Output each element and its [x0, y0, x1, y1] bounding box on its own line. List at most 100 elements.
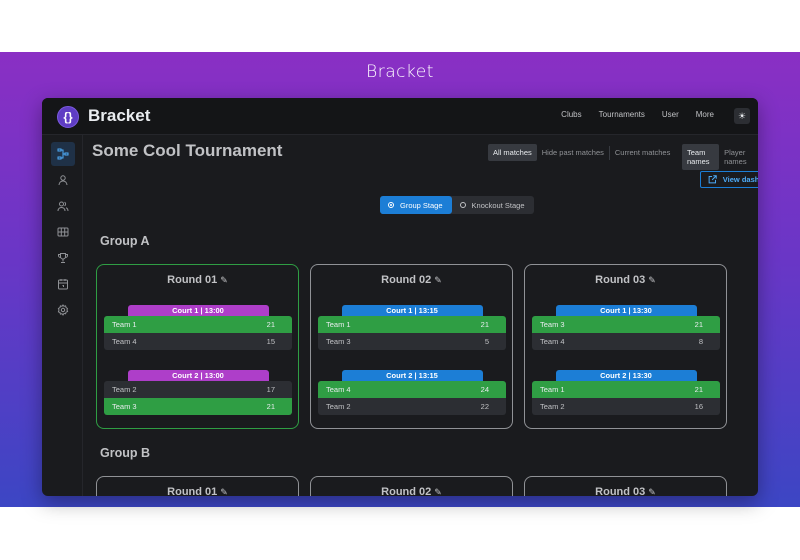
app-window: {} Bracket Clubs Tournaments User More ☀ — [42, 98, 758, 496]
team-score: 21 — [694, 385, 703, 394]
team-row: Team 3 21 — [532, 316, 720, 333]
filter-all-matches[interactable]: All matches — [488, 144, 537, 161]
nav-tournaments[interactable]: Tournaments — [599, 110, 645, 119]
theme-toggle-button[interactable]: ☀ — [734, 108, 750, 124]
app-logo[interactable]: {} — [57, 106, 79, 128]
external-link-icon — [708, 175, 717, 184]
court-badge: Court 1 | 13:15 — [341, 305, 483, 316]
team-score: 5 — [484, 337, 489, 346]
filter-current-matches[interactable]: Current matches — [610, 144, 675, 161]
users-icon — [57, 201, 69, 212]
sun-icon: ☀ — [737, 111, 747, 121]
pencil-icon[interactable]: ✎ — [434, 275, 442, 285]
team-name: Team 3 — [540, 320, 565, 329]
team-row: Team 4 24 — [318, 381, 506, 398]
round-title: Round 02 ✎ — [381, 274, 442, 286]
bracket-icon — [57, 148, 69, 160]
match-card[interactable]: Court 2 | 13:15 Team 4 24 Team 2 22 — [318, 370, 506, 415]
tab-label: Knockout Stage — [471, 200, 525, 210]
team-name: Team 2 — [112, 385, 137, 394]
user-icon — [58, 175, 68, 186]
name-filter: Team names Player names — [682, 144, 758, 170]
team-score: 21 — [480, 320, 489, 329]
tab-group-stage[interactable]: Group Stage — [380, 196, 452, 214]
team-row: Team 2 16 — [532, 398, 720, 415]
round-title: Round 03 ✎ — [595, 274, 656, 286]
banner-title: Bracket — [366, 62, 434, 82]
page-title: Some Cool Tournament — [92, 141, 283, 160]
match-card[interactable]: Court 2 | 13:30 Team 1 21 Team 2 16 — [532, 370, 720, 415]
filter-team-names[interactable]: Team names — [682, 144, 720, 170]
radio-selected-icon — [388, 202, 394, 208]
group-title: Group B — [100, 446, 150, 460]
team-row: Team 1 21 — [532, 381, 720, 398]
nav-user[interactable]: User — [662, 110, 679, 119]
sidebar-item-schedule[interactable] — [51, 272, 75, 296]
radio-icon — [459, 202, 466, 208]
round-card[interactable]: Round 03 ✎ Court 1 | 13:30 Team 3 21 Team … — [524, 264, 727, 429]
team-score: 16 — [694, 402, 703, 411]
team-score: 15 — [266, 337, 275, 346]
team-row: Team 4 8 — [532, 333, 720, 350]
round-card[interactable]: Round 01 ✎ — [96, 476, 299, 496]
sidebar-item-settings[interactable] — [51, 298, 75, 322]
team-name: Team 4 — [326, 385, 351, 394]
calendar-icon — [58, 279, 68, 290]
sidebar-item-teams[interactable] — [51, 194, 75, 218]
sidebar-item-stages[interactable] — [51, 246, 75, 270]
team-row: Team 3 5 — [318, 333, 506, 350]
table-icon — [57, 227, 69, 237]
round-card[interactable]: Round 02 ✎ — [310, 476, 513, 496]
match-card[interactable]: Court 1 | 13:00 Team 1 21 Team 4 15 — [104, 305, 292, 350]
team-row: Team 4 15 — [104, 333, 292, 350]
team-name: Team 1 — [326, 320, 351, 329]
view-dashboard-button[interactable]: View dashboard — [700, 171, 758, 188]
team-name: Team 3 — [326, 337, 351, 346]
team-name: Team 1 — [540, 385, 565, 394]
round-title: Round 01 ✎ — [167, 486, 228, 496]
sidebar-item-players[interactable] — [51, 168, 75, 192]
pencil-icon[interactable]: ✎ — [648, 487, 656, 496]
pencil-icon[interactable]: ✎ — [434, 487, 442, 496]
team-row: Team 1 21 — [104, 316, 292, 333]
sidebar-item-brackets[interactable] — [51, 142, 75, 166]
round-title: Round 02 ✎ — [381, 486, 442, 496]
stage-switcher: Group Stage Knockout Stage — [380, 196, 534, 214]
main-content: Some Cool Tournament All matches Hide pa… — [83, 135, 758, 496]
team-score: 24 — [480, 385, 489, 394]
team-row: Team 2 17 — [104, 381, 292, 398]
nav-clubs[interactable]: Clubs — [561, 110, 581, 119]
sidebar — [42, 135, 83, 496]
top-bar: {} Bracket Clubs Tournaments User More ☀ — [42, 98, 758, 135]
match-card[interactable]: Court 2 | 13:00 Team 2 17 Team 3 21 — [104, 370, 292, 415]
pencil-icon[interactable]: ✎ — [648, 275, 656, 285]
trophy-icon — [58, 253, 68, 263]
app-name[interactable]: Bracket — [88, 106, 150, 126]
pencil-icon[interactable]: ✎ — [220, 487, 228, 496]
sidebar-item-courts[interactable] — [51, 220, 75, 244]
filter-player-names[interactable]: Player names — [719, 144, 758, 170]
team-name: Team 4 — [540, 337, 565, 346]
team-score: 17 — [266, 385, 275, 394]
pencil-icon[interactable]: ✎ — [220, 275, 228, 285]
team-score: 21 — [694, 320, 703, 329]
team-score: 22 — [480, 402, 489, 411]
round-card[interactable]: Round 03 ✎ — [524, 476, 727, 496]
round-title: Round 03 ✎ — [595, 486, 656, 496]
team-name: Team 3 — [112, 402, 137, 411]
round-card[interactable]: Round 01 ✎ Court 1 | 13:00 Team 1 21 Team … — [96, 264, 299, 429]
tab-knockout-stage[interactable]: Knockout Stage — [452, 196, 534, 214]
match-card[interactable]: Court 1 | 13:15 Team 1 21 Team 3 5 — [318, 305, 506, 350]
team-name: Team 1 — [112, 320, 137, 329]
court-badge: Court 2 | 13:00 — [127, 370, 269, 381]
round-card[interactable]: Round 02 ✎ Court 1 | 13:15 Team 1 21 Team … — [310, 264, 513, 429]
team-name: Team 4 — [112, 337, 137, 346]
team-row: Team 3 21 — [104, 398, 292, 415]
court-badge: Court 2 | 13:15 — [341, 370, 483, 381]
match-filter: All matches Hide past matches Current ma… — [488, 144, 675, 161]
nav-more[interactable]: More — [696, 110, 714, 119]
match-card[interactable]: Court 1 | 13:30 Team 3 21 Team 4 8 — [532, 305, 720, 350]
team-score: 8 — [698, 337, 703, 346]
filter-hide-past-matches[interactable]: Hide past matches — [537, 144, 609, 161]
team-row: Team 2 22 — [318, 398, 506, 415]
